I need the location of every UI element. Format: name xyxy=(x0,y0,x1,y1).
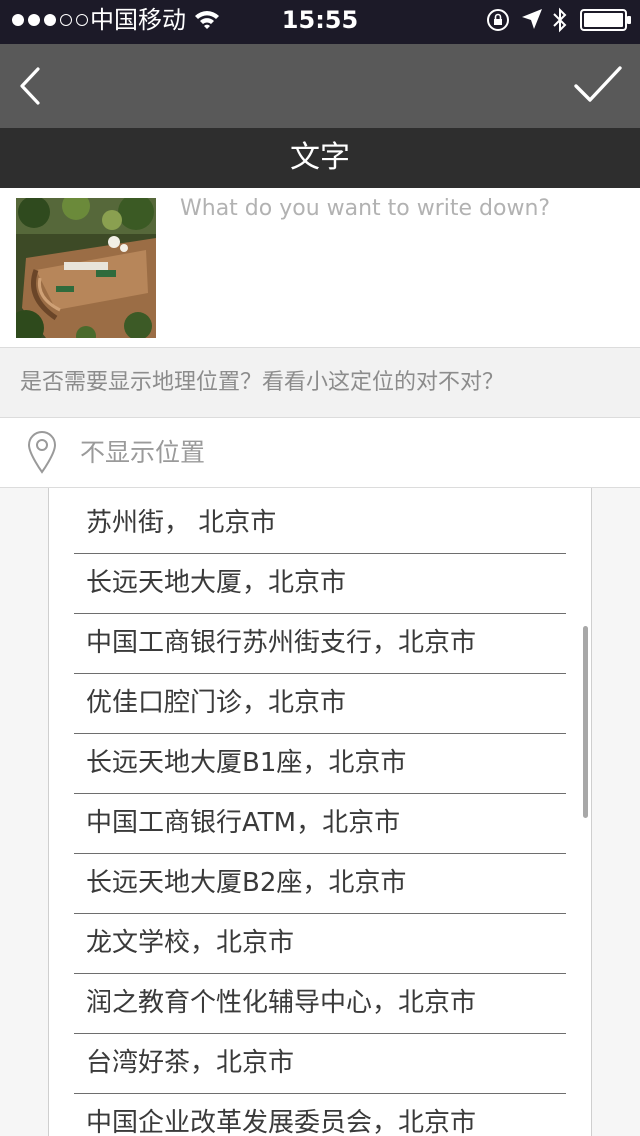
place-item[interactable]: 中国企业改革发展委员会，北京市 xyxy=(74,1094,566,1136)
place-item[interactable]: 苏州街， 北京市 xyxy=(74,494,566,554)
place-item[interactable]: 长远天地大厦，北京市 xyxy=(74,554,566,614)
location-arrow-icon xyxy=(522,9,542,29)
back-button[interactable] xyxy=(8,60,56,112)
bluetooth-icon xyxy=(553,7,567,33)
chevron-left-icon xyxy=(20,67,40,105)
place-item[interactable]: 润之教育个性化辅导中心，北京市 xyxy=(74,974,566,1034)
clock: 15:55 xyxy=(281,6,359,34)
battery-icon xyxy=(580,9,631,31)
location-prompt: 是否需要显示地理位置？看看小这定位的对不对？ xyxy=(0,348,640,418)
map-pin-icon xyxy=(27,431,57,474)
place-item[interactable]: 中国工商银行苏州街支行，北京市 xyxy=(74,614,566,674)
status-bar: 中国移动 15:55 xyxy=(0,0,640,44)
location-label: 不显示位置 xyxy=(80,438,206,467)
place-item[interactable]: 长远天地大厦B2座，北京市 xyxy=(74,854,566,914)
compose-text-input[interactable] xyxy=(180,196,620,336)
rotation-lock-icon xyxy=(487,9,509,31)
place-list: 苏州街， 北京市 长远天地大厦，北京市 中国工商银行苏州街支行，北京市 优佳口腔… xyxy=(74,494,566,1136)
compose-area xyxy=(0,188,640,348)
page-title: 文字 xyxy=(0,128,640,188)
checkmark-icon xyxy=(574,66,622,102)
place-dropdown[interactable]: 苏州街， 北京市 长远天地大厦，北京市 中国工商银行苏州街支行，北京市 优佳口腔… xyxy=(48,488,592,1136)
place-item[interactable]: 台湾好茶，北京市 xyxy=(74,1034,566,1094)
garden-deck-photo xyxy=(16,198,156,338)
place-item[interactable]: 长远天地大厦B1座，北京市 xyxy=(74,734,566,794)
place-item[interactable]: 中国工商银行ATM，北京市 xyxy=(74,794,566,854)
attached-photo-thumbnail[interactable] xyxy=(16,198,156,338)
location-selector[interactable]: 不显示位置 xyxy=(0,418,640,488)
confirm-button[interactable] xyxy=(568,60,628,112)
navigation-bar xyxy=(0,44,640,128)
place-item[interactable]: 龙文学校，北京市 xyxy=(74,914,566,974)
place-item[interactable]: 优佳口腔门诊，北京市 xyxy=(74,674,566,734)
scrollbar[interactable] xyxy=(583,626,588,818)
